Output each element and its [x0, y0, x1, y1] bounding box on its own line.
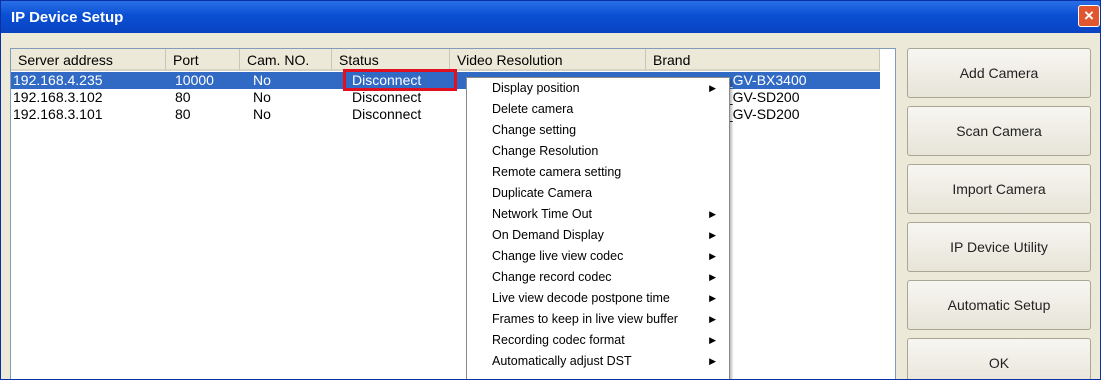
window-title: IP Device Setup: [11, 9, 124, 26]
submenu-arrow-icon: ▶: [709, 314, 716, 324]
status-cell: Disconnect: [352, 89, 422, 105]
menu-item-change-resolution[interactable]: Change Resolution: [467, 141, 729, 162]
submenu-arrow-icon: ▶: [709, 83, 716, 93]
menu-item-on-demand-display[interactable]: On Demand Display ▶: [467, 225, 729, 246]
submenu-arrow-icon: ▶: [709, 293, 716, 303]
close-button[interactable]: ×: [1078, 5, 1100, 27]
column-header-port[interactable]: Port: [166, 49, 240, 71]
title-bar: IP Device Setup ×: [1, 1, 1100, 33]
menu-item-remote-camera-setting[interactable]: Remote camera setting: [467, 162, 729, 183]
submenu-arrow-icon: ▶: [709, 230, 716, 240]
server-address-cell: 192.168.3.102: [13, 89, 103, 105]
menu-item-network-time-out[interactable]: Network Time Out ▶: [467, 204, 729, 225]
context-menu: Display position ▶ Delete camera Change s…: [466, 77, 730, 379]
submenu-arrow-icon: ▶: [709, 209, 716, 219]
column-header-status[interactable]: Status: [332, 49, 450, 71]
submenu-arrow-icon: ▶: [709, 356, 716, 366]
menu-item-change-live-view-codec[interactable]: Change live view codec ▶: [467, 246, 729, 267]
cam-no-cell: No: [253, 106, 271, 122]
menu-item-delete-camera[interactable]: Delete camera: [467, 99, 729, 120]
menu-item-label: On Demand Display: [492, 228, 604, 242]
menu-item-automatically-adjust-dst[interactable]: Automatically adjust DST ▶: [467, 351, 729, 372]
port-cell: 10000: [175, 72, 214, 88]
menu-item-duplicate-camera[interactable]: Duplicate Camera: [467, 183, 729, 204]
menu-item-label: Change Resolution: [492, 144, 599, 158]
submenu-arrow-icon: ▶: [709, 251, 716, 261]
menu-item-display-position[interactable]: Display position ▶: [467, 78, 729, 99]
ok-button[interactable]: OK: [907, 338, 1091, 379]
menu-item-live-view-decode-postpone-time[interactable]: Live view decode postpone time ▶: [467, 288, 729, 309]
brand-cell: n_GV-BX3400: [717, 72, 807, 88]
menu-item-label: Recording codec format: [492, 333, 625, 347]
menu-item-change-record-codec[interactable]: Change record codec ▶: [467, 267, 729, 288]
menu-item-label: Live view decode postpone time: [492, 291, 670, 305]
menu-item-label: Remote camera setting: [492, 165, 622, 179]
cam-no-cell: No: [253, 89, 271, 105]
menu-item-label: Network Time Out: [492, 207, 593, 221]
scan-camera-button[interactable]: Scan Camera: [907, 106, 1091, 156]
menu-item-label: Change live view codec: [492, 249, 624, 263]
ip-device-utility-button[interactable]: IP Device Utility: [907, 222, 1091, 272]
menu-item-label: Change record codec: [492, 270, 612, 284]
server-address-cell: 192.168.3.101: [13, 106, 103, 122]
menu-item-label: Change setting: [492, 123, 577, 137]
table-row[interactable]: 192.168.3.102 80 No Disconnect n_GV-SD20…: [11, 89, 895, 106]
menu-item-label: Delete camera: [492, 102, 574, 116]
menu-item-label: Automatically adjust DST: [492, 354, 632, 368]
port-cell: 80: [175, 89, 191, 105]
ip-device-setup-window: IP Device Setup × Server address Port Ca…: [0, 0, 1101, 380]
menu-item-recording-codec-format[interactable]: Recording codec format ▶: [467, 330, 729, 351]
submenu-arrow-icon: ▶: [709, 335, 716, 345]
import-camera-button[interactable]: Import Camera: [907, 164, 1091, 214]
table-row[interactable]: 192.168.3.101 80 No Disconnect n_GV-SD20…: [11, 106, 895, 123]
status-cell: Disconnect: [352, 106, 422, 122]
port-cell: 80: [175, 106, 191, 122]
column-header-video-resolution[interactable]: Video Resolution: [450, 49, 646, 71]
menu-item-change-setting[interactable]: Change setting: [467, 120, 729, 141]
server-address-cell: 192.168.4.235: [13, 72, 103, 88]
automatic-setup-button[interactable]: Automatic Setup: [907, 280, 1091, 330]
status-highlight-box: [343, 69, 457, 91]
menu-item-label: Display position: [492, 81, 580, 95]
add-camera-button[interactable]: Add Camera: [907, 48, 1091, 98]
column-header-server-address[interactable]: Server address: [11, 49, 166, 71]
camera-list[interactable]: Server address Port Cam. NO. Status Vide…: [10, 48, 896, 379]
menu-item-frames-to-keep-in-buffer[interactable]: Frames to keep in live view buffer ▶: [467, 309, 729, 330]
menu-item-label: Duplicate Camera: [492, 186, 593, 200]
cam-no-cell: No: [253, 72, 271, 88]
column-header-brand[interactable]: Brand: [646, 49, 880, 71]
menu-item-label: Frames to keep in live view buffer: [492, 312, 678, 326]
column-header-cam-no[interactable]: Cam. NO.: [240, 49, 332, 71]
submenu-arrow-icon: ▶: [709, 272, 716, 282]
